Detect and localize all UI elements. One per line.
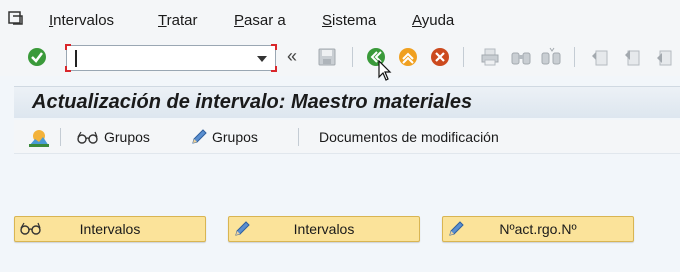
current-number-button[interactable]: Nºact.rgo.Nº	[442, 216, 634, 242]
current-number-label: Nºact.rgo.Nº	[499, 221, 577, 237]
change-documents-button[interactable]: Documentos de modificación	[319, 129, 499, 145]
groups-change-button[interactable]: Grupos	[190, 129, 258, 145]
title-bar: Actualización de intervalo: Maestro mate…	[14, 86, 680, 118]
command-input[interactable]	[73, 49, 243, 67]
command-field[interactable]	[65, 44, 277, 72]
page-title: Actualización de intervalo: Maestro mate…	[32, 91, 473, 113]
intervals-change-label: Intervalos	[293, 221, 355, 237]
menu-pasar-a[interactable]: Pasar a	[234, 12, 286, 29]
menu-bar: Intervalos Tratar Pasar a Sistema Ayuda	[0, 0, 680, 40]
menu-sistema[interactable]: Sistema	[322, 12, 376, 29]
landscape-icon[interactable]	[28, 128, 50, 148]
print-icon[interactable]	[480, 47, 500, 67]
enter-icon[interactable]	[27, 47, 47, 67]
cancel-icon[interactable]	[430, 47, 450, 67]
previous-page-icon[interactable]	[622, 47, 642, 67]
pencil-icon	[235, 221, 250, 236]
text-cursor	[75, 50, 77, 67]
glasses-icon	[77, 131, 98, 144]
intervals-change-button[interactable]: Intervalos	[228, 216, 420, 242]
change-documents-label: Documentos de modificación	[319, 129, 499, 145]
menu-intervalos[interactable]: Intervalos	[49, 12, 114, 29]
glasses-icon	[20, 222, 41, 235]
groups-display-button[interactable]: Grupos	[76, 129, 150, 145]
intervals-display-button[interactable]: Intervalos	[14, 216, 206, 242]
exit-icon[interactable]	[398, 47, 418, 67]
groups-display-label: Grupos	[104, 129, 150, 145]
find-next-icon[interactable]	[540, 47, 562, 67]
menu-ayuda[interactable]: Ayuda	[412, 12, 454, 29]
next-page-icon[interactable]	[654, 47, 674, 67]
collapse-icon[interactable]: «	[287, 46, 297, 67]
dropdown-arrow-icon[interactable]	[257, 56, 267, 62]
menu-icon[interactable]	[8, 11, 24, 25]
first-page-icon[interactable]	[590, 47, 610, 67]
groups-change-label: Grupos	[212, 129, 258, 145]
menu-tratar[interactable]: Tratar	[158, 12, 197, 29]
pencil-icon	[192, 129, 207, 144]
intervals-display-label: Intervalos	[79, 221, 141, 237]
pencil-icon	[449, 221, 464, 236]
find-icon[interactable]	[510, 47, 532, 67]
save-icon[interactable]	[317, 47, 337, 67]
mouse-cursor-icon	[378, 60, 392, 81]
